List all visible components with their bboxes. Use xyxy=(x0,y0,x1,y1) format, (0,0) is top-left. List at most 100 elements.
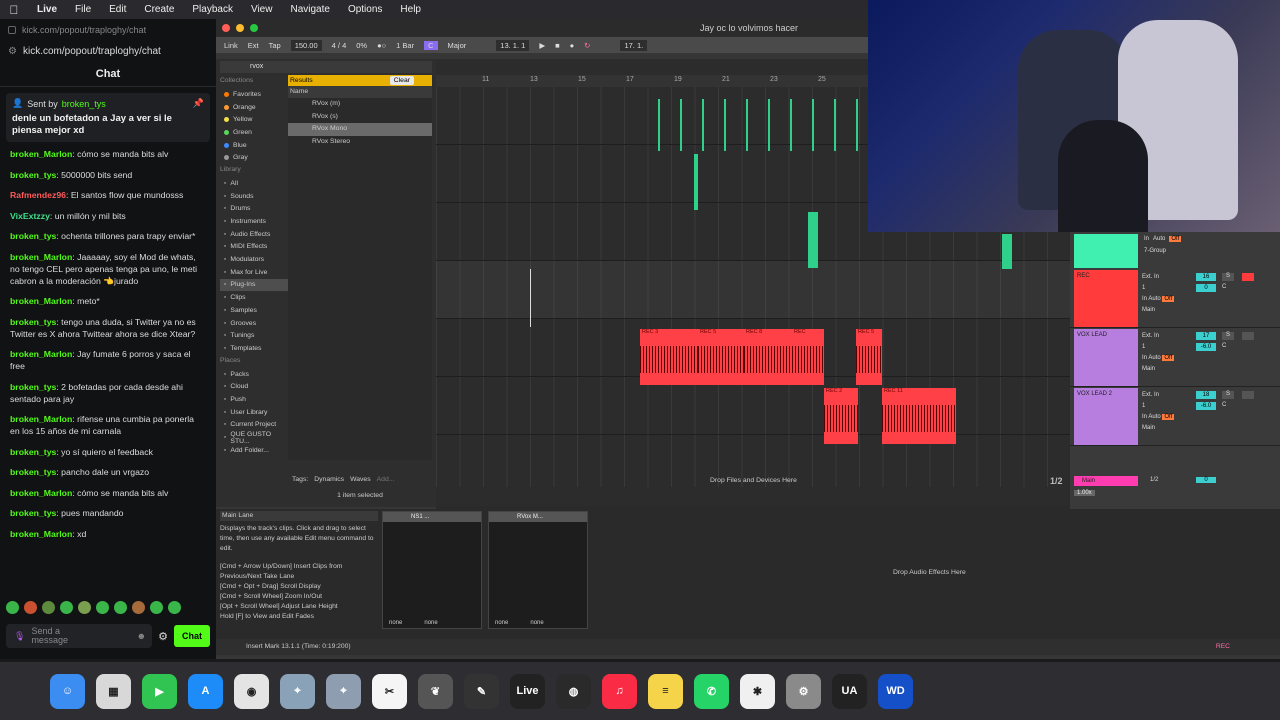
monitor-in[interactable]: In xyxy=(1142,355,1147,361)
dock-obs-icon[interactable]: ◍ xyxy=(556,673,591,709)
library-item[interactable]: ▫ Drums xyxy=(220,203,288,216)
device-title[interactable]: NS1 ... xyxy=(383,512,481,522)
menu-view[interactable]: View xyxy=(242,4,282,15)
dock-final-cut-icon[interactable]: ✎ xyxy=(464,673,499,709)
menu-file[interactable]: File xyxy=(66,4,100,15)
input-type[interactable]: Ext. In xyxy=(1142,331,1174,342)
monitor-in[interactable]: In xyxy=(1142,296,1147,302)
track-number[interactable]: 17 xyxy=(1196,332,1216,340)
place-item[interactable]: ▫ Current Project xyxy=(220,419,288,432)
monitor-off[interactable]: Off xyxy=(1162,414,1175,420)
track-volume[interactable]: -6.0 xyxy=(1196,343,1216,351)
dock-chrome-icon[interactable]: ◉ xyxy=(234,673,269,709)
pin-icon[interactable]: 📌 xyxy=(193,98,204,109)
dock-audio-app-1-icon[interactable]: ⌖ xyxy=(280,673,315,709)
monitor-in[interactable]: In xyxy=(1142,414,1147,420)
menu-app-live[interactable]: Live xyxy=(28,4,66,15)
scale-mode[interactable]: Major xyxy=(448,41,467,50)
place-item[interactable]: ▫ QUE GUSTO STU... xyxy=(220,431,288,445)
chat-username[interactable]: broken_tys xyxy=(10,170,56,180)
group-track-color[interactable] xyxy=(1074,234,1138,268)
output-routing[interactable]: Main xyxy=(1142,423,1174,434)
chat-send-button[interactable]: Chat xyxy=(174,625,210,647)
dock-capcut-icon[interactable]: ✂ xyxy=(372,673,407,709)
chat-username[interactable]: broken_Marlon xyxy=(10,252,72,262)
emote-icon[interactable] xyxy=(132,601,145,614)
time-signature[interactable]: 4 / 4 xyxy=(332,41,347,50)
result-item[interactable]: RVox (m) xyxy=(288,98,432,111)
input-channel[interactable]: 1 xyxy=(1142,283,1174,294)
place-item[interactable]: ▫ Cloud xyxy=(220,380,288,393)
dock-app-store-icon[interactable]: A xyxy=(188,673,223,709)
link-button[interactable]: Link xyxy=(224,41,238,50)
groove-percent[interactable]: 0% xyxy=(356,41,367,50)
track-name[interactable]: VOX LEAD 2 xyxy=(1074,388,1138,445)
emote-icon[interactable] xyxy=(60,601,73,614)
tag-add[interactable]: Add... xyxy=(377,476,395,483)
monitor-auto[interactable]: Auto xyxy=(1153,236,1165,242)
device-dropdown[interactable]: none xyxy=(495,620,508,626)
dock-notes-icon[interactable]: ≡ xyxy=(648,673,683,709)
chat-username[interactable]: broken_tys xyxy=(10,231,56,241)
plugin-device[interactable]: RVox M... none none xyxy=(488,511,588,629)
menu-playback[interactable]: Playback xyxy=(183,4,242,15)
output-routing[interactable]: Main xyxy=(1142,364,1174,375)
track-volume[interactable]: -6.0 xyxy=(1196,402,1216,410)
monitor-auto[interactable]: Auto xyxy=(1148,414,1160,420)
chat-username[interactable]: broken_Marlon xyxy=(10,414,72,424)
chat-username[interactable]: broken_tys xyxy=(10,382,56,392)
library-item[interactable]: ▫ Instruments xyxy=(220,215,288,228)
collection-item[interactable]: Orange xyxy=(220,101,288,114)
menu-create[interactable]: Create xyxy=(135,4,183,15)
zoom-level[interactable]: 1.00x xyxy=(1074,490,1095,496)
collection-item[interactable]: Yellow xyxy=(220,113,288,126)
library-item[interactable]: ▫ Tunings xyxy=(220,329,288,342)
metronome-icon[interactable]: ●○ xyxy=(377,41,386,50)
chat-username[interactable]: Rafmendez96 xyxy=(10,190,66,200)
library-item[interactable]: ▫ Grooves xyxy=(220,317,288,330)
dock-launchpad-icon[interactable]: ▦ xyxy=(96,673,131,709)
tap-tempo-button[interactable]: Tap xyxy=(269,41,281,50)
collection-item[interactable]: Green xyxy=(220,126,288,139)
emote-icon[interactable] xyxy=(114,601,127,614)
input-channel[interactable]: 1 xyxy=(1142,401,1174,412)
dock-ua-icon[interactable]: UA xyxy=(832,673,867,709)
place-item[interactable]: ▫ Packs xyxy=(220,368,288,381)
play-button[interactable]: ▶ xyxy=(539,41,545,50)
emote-icon[interactable] xyxy=(24,601,37,614)
ext-sync-button[interactable]: Ext xyxy=(248,41,259,50)
main-output[interactable]: 1/2 xyxy=(1150,477,1158,483)
audio-clip[interactable]: REC 3 xyxy=(640,329,698,385)
device-dropdown[interactable]: none xyxy=(530,620,543,626)
track-number[interactable]: 18 xyxy=(1196,391,1216,399)
record-status-label[interactable]: REC xyxy=(1216,639,1230,655)
collection-item[interactable]: Gray xyxy=(220,151,288,164)
arm-button[interactable] xyxy=(1242,391,1254,399)
dock-wd-icon[interactable]: WD xyxy=(878,673,913,709)
library-item[interactable]: ▫ Templates xyxy=(220,342,288,355)
chat-username[interactable]: broken_tys xyxy=(10,317,56,327)
mic-icon[interactable]: 🎙 xyxy=(14,631,25,641)
close-window-button[interactable] xyxy=(222,24,230,32)
audio-clip[interactable]: REC 5 xyxy=(698,329,744,385)
library-item[interactable]: ▫ Clips xyxy=(220,291,288,304)
input-type[interactable]: Ext. In xyxy=(1142,390,1174,401)
chat-username[interactable]: broken_Marlon xyxy=(10,349,72,359)
dock-finder-icon[interactable]: ☺ xyxy=(50,673,85,709)
library-item[interactable]: ▫ Max for Live xyxy=(220,266,288,279)
device-dropdown[interactable]: none xyxy=(424,620,437,626)
tempo-field[interactable]: 150.00 xyxy=(290,39,322,51)
chat-username[interactable]: VixExtzzy xyxy=(10,211,50,221)
chat-username[interactable]: broken_Marlon xyxy=(10,149,72,159)
library-item[interactable]: ▫ Audio Effects xyxy=(220,228,288,241)
main-volume[interactable]: 0 xyxy=(1196,477,1216,483)
monitor-auto[interactable]: Auto xyxy=(1148,355,1160,361)
solo-button[interactable]: S xyxy=(1222,273,1234,281)
track-name[interactable]: VOX LEAD xyxy=(1074,329,1138,386)
pinned-message[interactable]: 👤 Sent by broken_tys 📌 denle un bofetado… xyxy=(6,93,210,142)
stop-button[interactable]: ■ xyxy=(555,41,560,50)
audio-clip[interactable]: REC 2 xyxy=(824,388,858,444)
solo-button[interactable]: S xyxy=(1222,332,1234,340)
plugin-device[interactable]: NS1 ... none none xyxy=(382,511,482,629)
tag-waves[interactable]: Waves xyxy=(350,476,371,483)
